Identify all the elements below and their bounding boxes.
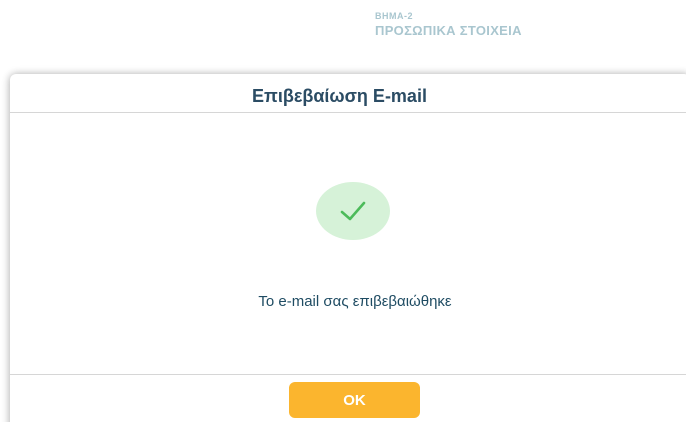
success-indicator: [316, 182, 390, 240]
step-title: ΠΡΟΣΩΠΙΚΑ ΣΤΟΙΧΕΙΑ: [375, 23, 522, 38]
dialog-footer: OK: [10, 374, 686, 422]
ok-button[interactable]: OK: [289, 382, 420, 418]
step-indicator: ΒΗΜΑ-2 ΠΡΟΣΩΠΙΚΑ ΣΤΟΙΧΕΙΑ: [375, 10, 522, 40]
step-number: ΒΗΜΑ-2: [375, 11, 413, 21]
dialog-title: Επιβεβαίωση E-mail: [252, 86, 427, 106]
email-confirmation-dialog: Επιβεβαίωση E-mail Το e-mail σας επιβεβα…: [10, 74, 686, 422]
confirmation-message: Το e-mail σας επιβεβαιώθηκε: [258, 293, 452, 310]
dialog-header: Επιβεβαίωση E-mail: [10, 74, 686, 113]
checkmark-icon: [340, 201, 366, 221]
